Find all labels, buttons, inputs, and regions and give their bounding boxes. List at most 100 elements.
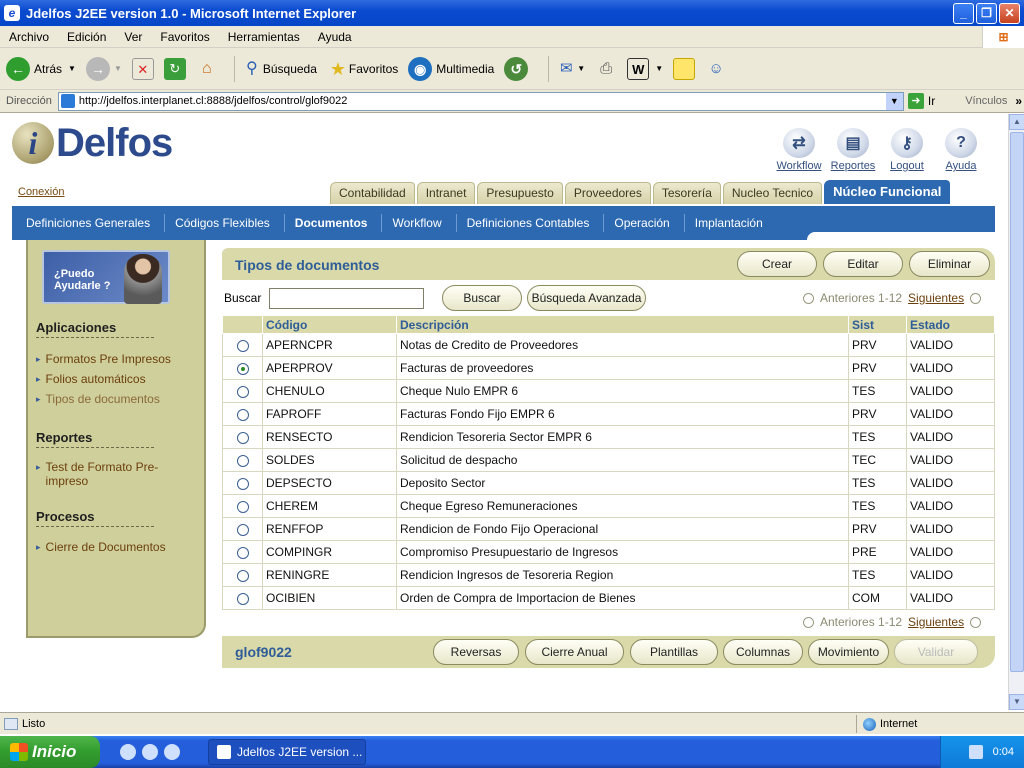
vertical-scrollbar[interactable]: ▲ ▼ — [1008, 114, 1024, 710]
tab-nucleo-tecnico[interactable]: Nucleo Tecnico — [722, 182, 823, 204]
table-row[interactable]: FAPROFF Facturas Fondo Fijo EMPR 6 PRV VALI… — [222, 402, 995, 426]
history-icon[interactable]: ↺ — [504, 56, 529, 81]
menu-favoritos[interactable]: Favoritos — [151, 30, 218, 44]
subnav-definiciones-contables[interactable]: Definiciones Contables — [455, 214, 604, 232]
row-radio[interactable] — [236, 385, 249, 398]
scroll-thumb[interactable] — [1010, 132, 1024, 672]
reports-link[interactable]: ▤ Reportes — [830, 128, 876, 172]
subnav-definiciones-generales[interactable]: Definiciones Generales — [16, 214, 164, 232]
table-row[interactable]: SOLDES Solicitud de despacho TEC VALIDO — [222, 448, 995, 472]
taskbar-item-ie[interactable]: Jdelfos J2EE version ... — [208, 739, 366, 765]
menu-edicion[interactable]: Edición — [58, 30, 115, 44]
tab-contabilidad[interactable]: Contabilidad — [330, 182, 415, 204]
row-radio[interactable] — [236, 592, 249, 605]
links-label[interactable]: Vínculos — [965, 95, 1007, 107]
menu-herramientas[interactable]: Herramientas — [219, 30, 309, 44]
next-page-icon[interactable] — [970, 292, 982, 304]
scroll-down-icon[interactable]: ▼ — [1009, 694, 1024, 710]
column-header-estado[interactable]: Estado — [906, 315, 995, 334]
help-link[interactable]: ? Ayuda — [938, 128, 984, 172]
table-row[interactable]: CHEREM Cheque Egreso Remuneraciones TES VAL… — [222, 494, 995, 518]
chevron-down-icon[interactable]: ▼ — [68, 64, 76, 73]
pager-next-link[interactable]: Siguientes — [908, 291, 964, 305]
print-icon[interactable]: ⎙ — [595, 58, 617, 80]
chevron-down-icon[interactable]: ▼ — [577, 64, 585, 73]
tab-intranet[interactable]: Intranet — [416, 182, 476, 204]
table-row[interactable]: APERNCPR Notas de Credito de Proveedores P… — [222, 333, 995, 357]
row-radio[interactable] — [236, 408, 249, 421]
eliminar-button[interactable]: Eliminar — [909, 251, 990, 277]
sidebar-item-formatos[interactable]: Formatos Pre Impresos — [36, 352, 171, 366]
table-row[interactable]: APERPROV Facturas de proveedores PRV VALIDO — [222, 356, 995, 380]
workflow-link-label[interactable]: Workflow — [776, 160, 821, 172]
sidebar-item-test-formato[interactable]: Test de Formato Pre-impreso — [36, 460, 176, 488]
subnav-codigos-flexibles[interactable]: Códigos Flexibles — [164, 214, 284, 232]
back-button[interactable]: ← Atrás ▼ — [6, 56, 76, 81]
validar-button[interactable]: Validar — [894, 639, 978, 665]
table-row[interactable]: COMPINGR Compromiso Presupuestario de Ing… — [222, 540, 995, 564]
menu-ver[interactable]: Ver — [115, 30, 151, 44]
reports-link-label[interactable]: Reportes — [831, 160, 876, 172]
workflow-link[interactable]: ⇄ Workflow — [776, 128, 822, 172]
search-input[interactable] — [269, 288, 424, 309]
column-header-codigo[interactable]: Código — [262, 315, 397, 334]
row-radio[interactable] — [236, 546, 249, 559]
column-header-descripcion[interactable]: Descripción — [396, 315, 849, 334]
row-radio[interactable] — [236, 523, 249, 536]
tab-proveedores[interactable]: Proveedores — [564, 182, 651, 204]
subnav-implantacion[interactable]: Implantación — [683, 214, 777, 232]
row-radio[interactable] — [236, 339, 249, 352]
forward-button[interactable]: → ▼ — [85, 56, 122, 81]
pager-next-link[interactable]: Siguientes — [908, 615, 964, 629]
ie-icon[interactable] — [120, 744, 136, 760]
subnav-documentos[interactable]: Documentos — [283, 214, 382, 232]
logout-link[interactable]: ⚷ Logout — [884, 128, 930, 172]
mail-icon[interactable]: ✉ — [555, 58, 577, 80]
subnav-operacion[interactable]: Operación — [603, 214, 683, 232]
stop-icon[interactable]: ✕ — [131, 57, 154, 80]
table-row[interactable]: DEPSECTO Deposito Sector TES VALIDO — [222, 471, 995, 495]
menu-ayuda[interactable]: Ayuda — [309, 30, 361, 44]
conexion-link[interactable]: Conexión — [18, 186, 64, 198]
chevron-right-icon[interactable]: » — [1015, 94, 1022, 108]
prev-page-icon[interactable] — [803, 292, 814, 304]
movimiento-button[interactable]: Movimiento — [808, 639, 889, 665]
messenger-icon[interactable]: ☺ — [705, 58, 727, 80]
sidebar-item-tipos-documentos[interactable]: Tipos de documentos — [36, 392, 160, 406]
row-radio[interactable] — [236, 477, 249, 490]
table-row[interactable]: RENINGRE Rendicion Ingresos de Tesoreria … — [222, 563, 995, 587]
buscar-button[interactable]: Buscar — [442, 285, 522, 311]
sidebar-item-cierre-documentos[interactable]: Cierre de Documentos — [36, 540, 166, 554]
subnav-workflow[interactable]: Workflow — [381, 214, 455, 232]
table-row[interactable]: OCIBIEN Orden de Compra de Importacion de… — [222, 586, 995, 610]
scroll-up-icon[interactable]: ▲ — [1009, 114, 1024, 130]
start-button[interactable]: Inicio — [0, 736, 100, 768]
chevron-down-icon[interactable]: ▼ — [885, 92, 903, 110]
menu-archivo[interactable]: Archivo — [0, 30, 58, 44]
tab-presupuesto[interactable]: Presupuesto — [477, 182, 563, 204]
address-input[interactable]: http://jdelfos.interplanet.cl:8888/jdelf… — [57, 91, 904, 111]
table-row[interactable]: RENFFOP Rendicion de Fondo Fijo Operacion… — [222, 517, 995, 541]
row-radio[interactable] — [236, 431, 249, 444]
outlook-icon[interactable] — [142, 744, 158, 760]
row-radio[interactable] — [236, 362, 249, 375]
minimize-button[interactable]: _ — [953, 3, 974, 24]
word-edit-icon[interactable]: W — [627, 57, 650, 80]
column-header-sist[interactable]: Sist — [848, 315, 907, 334]
columnas-button[interactable]: Columnas — [723, 639, 803, 665]
home-icon[interactable]: ⌂ — [196, 58, 218, 80]
close-button[interactable]: ✕ — [999, 3, 1020, 24]
busqueda-avanzada-button[interactable]: Búsqueda Avanzada — [527, 285, 646, 311]
row-radio[interactable] — [236, 569, 249, 582]
cierre-anual-button[interactable]: Cierre Anual — [525, 639, 624, 665]
sidebar-item-folios[interactable]: Folios automáticos — [36, 372, 146, 386]
editar-button[interactable]: Editar — [823, 251, 903, 277]
row-radio[interactable] — [236, 500, 249, 513]
reversas-button[interactable]: Reversas — [433, 639, 519, 665]
row-radio[interactable] — [236, 454, 249, 467]
table-row[interactable]: RENSECTO Rendicion Tesoreria Sector EMPR … — [222, 425, 995, 449]
media-button[interactable]: ◉ Multimedia — [408, 56, 494, 81]
chevron-down-icon[interactable]: ▼ — [655, 64, 663, 73]
media-player-icon[interactable] — [164, 744, 180, 760]
discuss-icon[interactable] — [673, 57, 696, 80]
